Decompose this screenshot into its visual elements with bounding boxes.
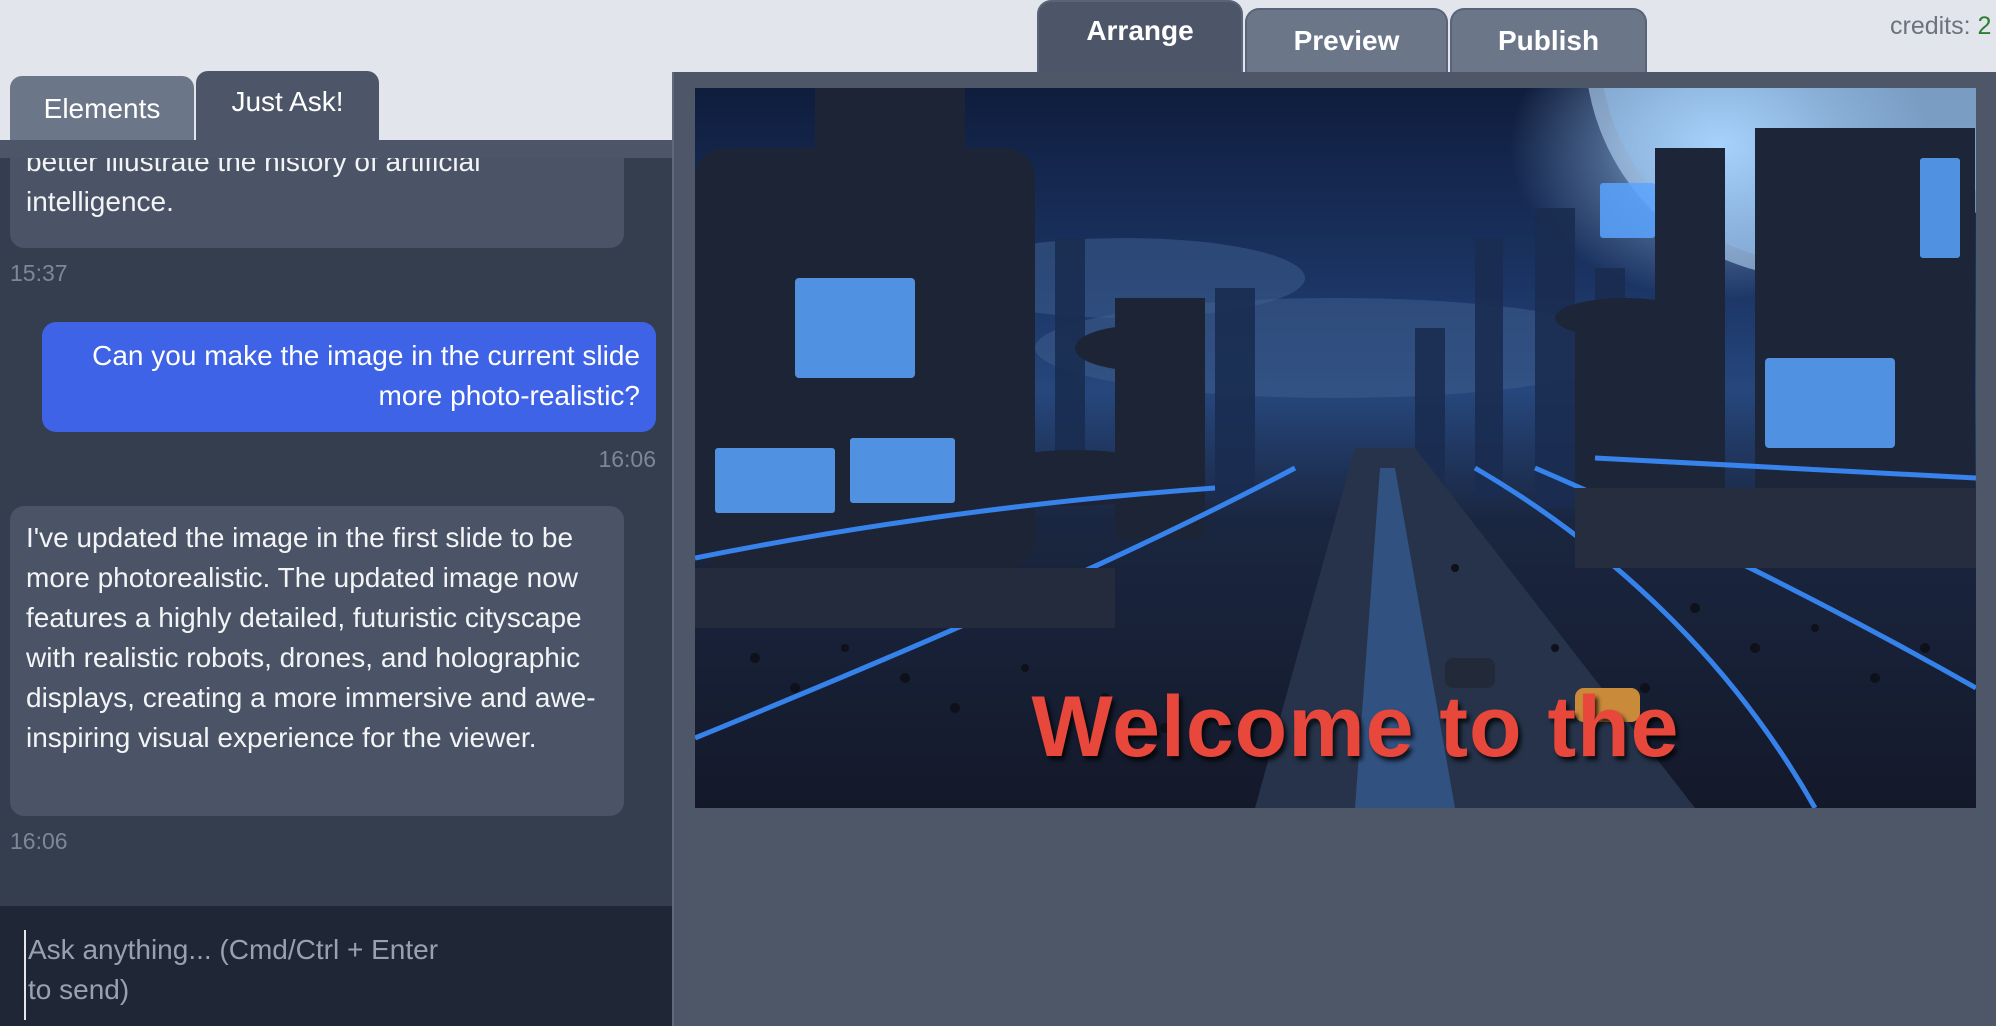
app-window: Arrange Preview Publish credits: 2 Eleme…	[0, 0, 1996, 1026]
message-text: Can you make the image in the current sl…	[92, 340, 640, 411]
chat-input[interactable]	[24, 930, 464, 1020]
message-timestamp: 16:06	[598, 446, 656, 472]
slide-editor[interactable]: Welcome to the	[672, 72, 1996, 1026]
credits-value: 2	[1977, 12, 1992, 40]
slide-canvas[interactable]: Welcome to the	[695, 88, 1976, 808]
slide-title-text[interactable]: Welcome to the	[695, 678, 1976, 777]
message-text: I've updated the image in the first slid…	[26, 522, 596, 753]
user-message: Can you make the image in the current sl…	[42, 322, 656, 432]
tab-preview[interactable]: Preview	[1245, 8, 1448, 72]
message-timestamp: 16:06	[10, 828, 68, 854]
assistant-message: I've updated the image in the first slid…	[10, 506, 624, 816]
assistant-message: better illustrate the history of artific…	[10, 146, 624, 248]
chat-panel[interactable]: better illustrate the history of artific…	[0, 140, 672, 906]
tab-just-ask[interactable]: Just Ask!	[196, 71, 379, 142]
credits-indicator: credits: 2	[1890, 12, 1991, 41]
chat-input-area	[0, 906, 672, 1026]
message-text: better illustrate the history of artific…	[26, 146, 481, 217]
credits-label: credits:	[1890, 12, 1971, 40]
tab-arrange[interactable]: Arrange	[1037, 0, 1243, 72]
tab-publish[interactable]: Publish	[1450, 8, 1647, 72]
tab-elements[interactable]: Elements	[10, 76, 194, 142]
message-timestamp: 15:37	[10, 260, 68, 286]
